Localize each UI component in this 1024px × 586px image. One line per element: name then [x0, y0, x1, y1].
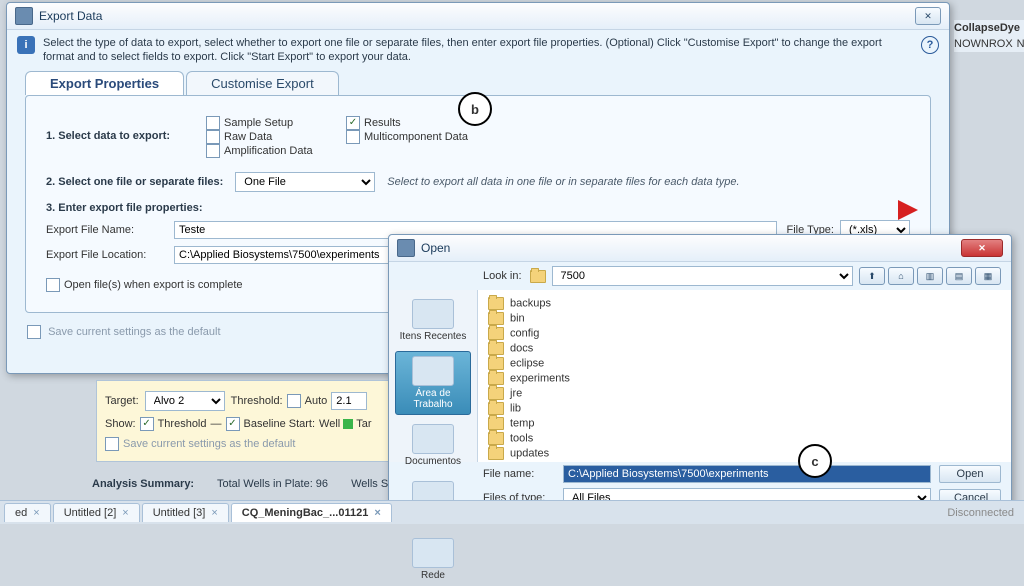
plot-options-panel: Target: Alvo 2 Threshold: Auto Show: Thr…: [96, 380, 414, 462]
step3-label: 3. Enter export file properties:: [46, 202, 202, 214]
place-rede[interactable]: Rede: [395, 533, 471, 586]
help-icon[interactable]: ?: [921, 36, 939, 54]
home-icon[interactable]: ⌂: [888, 267, 914, 285]
marker-c: c: [798, 444, 832, 478]
footer-tab[interactable]: Untitled [3]×: [142, 503, 229, 522]
chk-raw-data[interactable]: [206, 130, 220, 144]
list-item[interactable]: bin: [488, 311, 1001, 326]
export-title: Export Data: [39, 9, 912, 23]
folder-icon: [397, 239, 415, 257]
list-item[interactable]: temp: [488, 416, 1001, 431]
list-item[interactable]: experiments: [488, 371, 1001, 386]
chk-amplification[interactable]: [206, 144, 220, 158]
close-icon[interactable]: ✕: [915, 7, 941, 25]
list-item[interactable]: eclipse: [488, 356, 1001, 371]
details-view-icon[interactable]: ▦: [975, 267, 1001, 285]
list-item[interactable]: tools: [488, 431, 1001, 446]
chk-auto-threshold[interactable]: [287, 394, 301, 408]
lookin-select[interactable]: 7500: [552, 266, 853, 286]
export-info-text: Select the type of data to export, selec…: [43, 36, 913, 65]
threshold-value[interactable]: [331, 392, 367, 410]
chk-open-after-export[interactable]: [46, 278, 60, 292]
chk-baseline[interactable]: [226, 417, 240, 431]
chk-save-default[interactable]: [27, 325, 41, 339]
list-item[interactable]: config: [488, 326, 1001, 341]
close-icon[interactable]: ✕: [961, 239, 1003, 257]
place-documentos[interactable]: Documentos: [395, 419, 471, 472]
new-folder-icon[interactable]: ▥: [917, 267, 943, 285]
list-item[interactable]: backups: [488, 296, 1001, 311]
open-button[interactable]: Open: [939, 465, 1001, 483]
list-item[interactable]: docs: [488, 341, 1001, 356]
filename-input[interactable]: [563, 465, 931, 483]
red-arrow-icon: [898, 200, 918, 220]
open-title: Open: [421, 241, 958, 255]
tab-export-properties[interactable]: Export Properties: [25, 71, 184, 95]
step2-label: 2. Select one file or separate files:: [46, 176, 223, 188]
footer-bar: ed× Untitled [2]× Untitled [3]× CQ_Menin…: [0, 500, 1024, 524]
footer-tab[interactable]: ed×: [4, 503, 51, 522]
target-select[interactable]: Alvo 2: [145, 391, 225, 411]
tab-customise-export[interactable]: Customise Export: [186, 71, 339, 95]
open-dialog: Open ✕ Look in: 7500 ⬆ ⌂ ▥ ▤ ▦ Itens Rec…: [388, 234, 1012, 510]
info-icon: i: [17, 36, 35, 54]
list-item[interactable]: jre: [488, 386, 1001, 401]
marker-b: b: [458, 92, 492, 126]
chk-save-opts-default[interactable]: [105, 437, 119, 451]
list-view-icon[interactable]: ▤: [946, 267, 972, 285]
step1-label: 1. Select data to export:: [46, 116, 206, 142]
chk-show-threshold[interactable]: [140, 417, 154, 431]
filemode-select[interactable]: One File: [235, 172, 375, 192]
chk-results[interactable]: [346, 116, 360, 130]
up-folder-icon[interactable]: ⬆: [859, 267, 885, 285]
place-área-de-trabalho[interactable]: Área de Trabalho: [395, 351, 471, 415]
list-item[interactable]: lib: [488, 401, 1001, 416]
chk-sample-setup[interactable]: [206, 116, 220, 130]
footer-tab-active[interactable]: CQ_MeningBac_...01121×: [231, 503, 392, 522]
file-list[interactable]: backupsbinconfigdocseclipseexperimentsjr…: [478, 290, 1011, 462]
app-icon: [15, 7, 33, 25]
chk-multicomponent[interactable]: [346, 130, 360, 144]
footer-tab[interactable]: Untitled [2]×: [53, 503, 140, 522]
place-itens-recentes[interactable]: Itens Recentes: [395, 294, 471, 347]
list-item[interactable]: updates: [488, 446, 1001, 461]
folder-icon: [530, 270, 546, 283]
